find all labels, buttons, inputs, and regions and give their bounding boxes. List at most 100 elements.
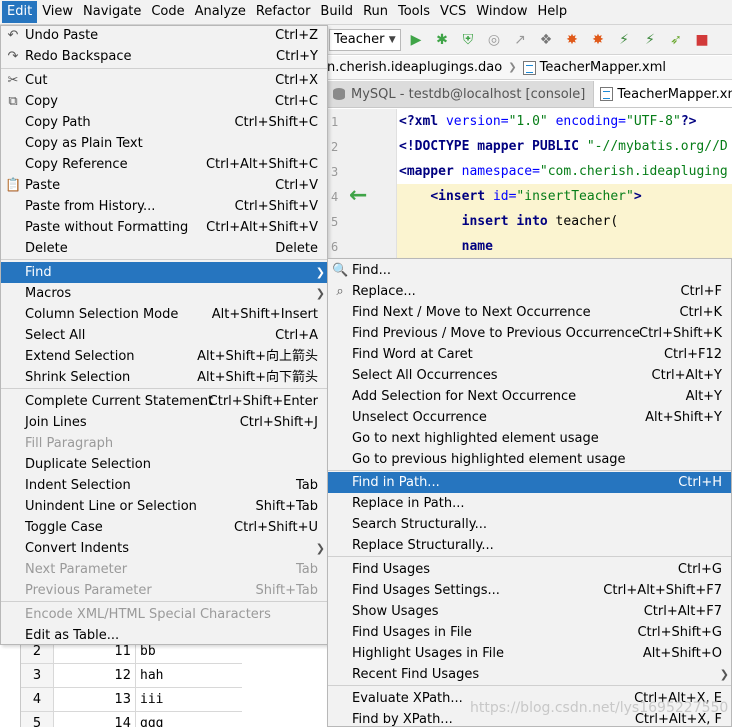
line-number: 6 bbox=[331, 240, 339, 254]
menu-item-shortcut: Ctrl+G bbox=[677, 562, 722, 577]
menu-item-label: Select All bbox=[25, 328, 86, 343]
code-editor[interactable]: 1 2 3 4 5 6 ← <?xml version="1.0" encoding="U… bbox=[327, 109, 732, 259]
menu-item-macros[interactable]: Macros ❯ bbox=[1, 283, 327, 304]
menu-item-column-selection-mode[interactable]: Column Selection Mode Alt+Shift+Insert bbox=[1, 304, 327, 325]
menu-item-shortcut: Alt+Shift+O bbox=[642, 646, 722, 661]
menu-item-shortcut: Ctrl+Shift+K bbox=[639, 326, 722, 341]
menu-item-shortcut: Delete bbox=[275, 241, 318, 256]
menu-tools[interactable]: Tools bbox=[393, 1, 435, 23]
breadcrumb-file[interactable]: TeacherMapper.xml bbox=[540, 60, 666, 75]
menu-item-find-usages-in-file[interactable]: Find Usages in File Ctrl+Shift+G bbox=[328, 622, 731, 643]
menu-item-show-usages[interactable]: Show Usages Ctrl+Alt+F7 bbox=[328, 601, 731, 622]
menu-item-select-all[interactable]: Select All Ctrl+A bbox=[1, 325, 327, 346]
menu-item-undo-paste[interactable]: ↶ Undo Paste Ctrl+Z bbox=[1, 25, 327, 46]
run-config-select[interactable]: Teacher ▼ bbox=[329, 28, 401, 51]
menu-run[interactable]: Run bbox=[358, 1, 393, 23]
menu-item-extend-selection[interactable]: Extend Selection Alt+Shift+向上箭头 bbox=[1, 346, 327, 367]
menu-item-copy-reference[interactable]: Copy Reference Ctrl+Alt+Shift+C bbox=[1, 154, 327, 175]
jr-debug-icon[interactable]: ⚡ bbox=[639, 29, 661, 51]
menu-item-label: Macros bbox=[25, 286, 72, 301]
menu-item-find-in-path[interactable]: Find in Path... Ctrl+H bbox=[328, 472, 731, 493]
jrebel-icon[interactable]: ➶ bbox=[665, 29, 687, 51]
menu-window[interactable]: Window bbox=[471, 1, 532, 23]
table-row[interactable]: 4 13 iii bbox=[21, 688, 242, 712]
menu-item-redo-backspace[interactable]: ↷ Redo Backspace Ctrl+Y bbox=[1, 46, 327, 67]
menu-refactor[interactable]: Refactor bbox=[251, 1, 316, 23]
menu-item-delete[interactable]: Delete Delete bbox=[1, 238, 327, 259]
menu-item-find-word-at-caret[interactable]: Find Word at Caret Ctrl+F12 bbox=[328, 344, 731, 365]
menu-navigate[interactable]: Navigate bbox=[78, 1, 146, 23]
menu-item-toggle-case[interactable]: Toggle Case Ctrl+Shift+U bbox=[1, 517, 327, 538]
menu-item-paste[interactable]: 📋 Paste Ctrl+V bbox=[1, 175, 327, 196]
menu-item-find[interactable]: 🔍 Find... bbox=[328, 260, 731, 281]
menu-item-replace[interactable]: ⌕ Replace... Ctrl+F bbox=[328, 281, 731, 302]
breadcrumb-package[interactable]: n.cherish.ideaplugings.dao bbox=[327, 60, 502, 75]
menu-item-edit-as-table[interactable]: Edit as Table... bbox=[1, 625, 327, 646]
menu-item-indent-selection[interactable]: Indent Selection Tab bbox=[1, 475, 327, 496]
menu-item-find[interactable]: Find ❯ bbox=[1, 262, 327, 283]
menu-item-replace-structurally[interactable]: Replace Structurally... bbox=[328, 535, 731, 556]
menu-item-find-previous-move-to-previous-occurrence[interactable]: Find Previous / Move to Previous Occurre… bbox=[328, 323, 731, 344]
menu-item-join-lines[interactable]: Join Lines Ctrl+Shift+J bbox=[1, 412, 327, 433]
coverage-icon[interactable]: ⛨ bbox=[457, 29, 479, 51]
menu-item-find-next-move-to-next-occurrence[interactable]: Find Next / Move to Next Occurrence Ctrl+… bbox=[328, 302, 731, 323]
menu-item-go-to-next-highlighted-element-usage[interactable]: Go to next highlighted element usage bbox=[328, 428, 731, 449]
cut-icon: ✂ bbox=[7, 73, 19, 88]
menu-item-highlight-usages-in-file[interactable]: Highlight Usages in File Alt+Shift+O bbox=[328, 643, 731, 664]
menu-item-convert-indents[interactable]: Convert Indents ❯ bbox=[1, 538, 327, 559]
code-token: id= bbox=[492, 189, 517, 204]
menu-item-search-structurally[interactable]: Search Structurally... bbox=[328, 514, 731, 535]
jr-icon[interactable]: ⚡ bbox=[613, 29, 635, 51]
menu-item-select-all-occurrences[interactable]: Select All Occurrences Ctrl+Alt+Y bbox=[328, 365, 731, 386]
menu-item-duplicate-selection[interactable]: Duplicate Selection bbox=[1, 454, 327, 475]
menu-item-copy[interactable]: ⧉ Copy Ctrl+C bbox=[1, 91, 327, 112]
debug-icon[interactable]: ✱ bbox=[431, 29, 453, 51]
menu-item-unselect-occurrence[interactable]: Unselect Occurrence Alt+Shift+Y bbox=[328, 407, 731, 428]
menu-item-cut[interactable]: ✂ Cut Ctrl+X bbox=[1, 70, 327, 91]
menu-item-label: Add Selection for Next Occurrence bbox=[352, 389, 577, 404]
menu-item-find-by-xpath[interactable]: Find by XPath... Ctrl+Alt+X, F bbox=[328, 709, 731, 727]
arrow-left-icon[interactable]: ← bbox=[349, 185, 367, 207]
menu-item-label: Find bbox=[25, 265, 52, 280]
menu-item-paste-without-formatting[interactable]: Paste without Formatting Ctrl+Alt+Shift+V bbox=[1, 217, 327, 238]
menu-item-next-parameter: Next Parameter Tab bbox=[1, 559, 327, 580]
profile-icon[interactable]: ◎ bbox=[483, 29, 505, 51]
menu-analyze[interactable]: Analyze bbox=[190, 1, 251, 23]
menu-view[interactable]: View bbox=[37, 1, 78, 23]
tab-mysql-console[interactable]: MySQL - testdb@localhost [console] bbox=[327, 81, 595, 107]
plugin-icon[interactable]: ✸ bbox=[561, 29, 583, 51]
plugin-debug-icon[interactable]: ✸ bbox=[587, 29, 609, 51]
menu-item-copy-as-plain-text[interactable]: Copy as Plain Text bbox=[1, 133, 327, 154]
menu-help[interactable]: Help bbox=[533, 1, 573, 23]
menu-edit[interactable]: Edit bbox=[2, 1, 38, 23]
attach-icon[interactable]: ↗ bbox=[509, 29, 531, 51]
menu-item-recent-find-usages[interactable]: Recent Find Usages ❯ bbox=[328, 664, 731, 685]
menu-item-complete-current-statement[interactable]: Complete Current Statement Ctrl+Shift+Ent… bbox=[1, 391, 327, 412]
build-icon[interactable]: ❖ bbox=[535, 29, 557, 51]
menu-item-shrink-selection[interactable]: Shrink Selection Alt+Shift+向下箭头 bbox=[1, 367, 327, 388]
menu-item-add-selection-for-next-occurrence[interactable]: Add Selection for Next Occurrence Alt+Y bbox=[328, 386, 731, 407]
table-row[interactable]: 5 14 ggg bbox=[21, 712, 242, 727]
run-icon[interactable]: ▶ bbox=[405, 29, 427, 51]
menu-code[interactable]: Code bbox=[146, 1, 189, 23]
menu-vcs[interactable]: VCS bbox=[435, 1, 471, 23]
menu-bar: Edit View Navigate Code Analyze Refactor Build… bbox=[0, 0, 732, 25]
table-cell-id: 13 bbox=[54, 688, 136, 711]
menu-item-find-usages[interactable]: Find Usages Ctrl+G bbox=[328, 559, 731, 580]
menu-item-unindent-line-or-selection[interactable]: Unindent Line or Selection Shift+Tab bbox=[1, 496, 327, 517]
menu-item-paste-from-history[interactable]: Paste from History... Ctrl+Shift+V bbox=[1, 196, 327, 217]
menu-item-copy-path[interactable]: Copy Path Ctrl+Shift+C bbox=[1, 112, 327, 133]
tab-teachermapper[interactable]: TeacherMapper.xml bbox=[594, 81, 732, 107]
menu-item-replace-in-path[interactable]: Replace in Path... bbox=[328, 493, 731, 514]
stop-icon[interactable]: ■ bbox=[691, 29, 713, 51]
table-row[interactable]: 3 12 hah bbox=[21, 664, 242, 688]
menu-build[interactable]: Build bbox=[315, 1, 358, 23]
menu-separator bbox=[1, 388, 327, 389]
menu-item-go-to-previous-highlighted-element-usage[interactable]: Go to previous highlighted element usage bbox=[328, 449, 731, 470]
menu-item-shortcut: Ctrl+Shift+V bbox=[234, 199, 318, 214]
menu-item-label: Show Usages bbox=[352, 604, 439, 619]
menu-item-shortcut: Ctrl+C bbox=[274, 94, 318, 109]
menu-item-find-usages-settings[interactable]: Find Usages Settings... Ctrl+Alt+Shift+F7 bbox=[328, 580, 731, 601]
menu-item-evaluate-xpath[interactable]: Evaluate XPath... Ctrl+Alt+X, E bbox=[328, 688, 731, 709]
